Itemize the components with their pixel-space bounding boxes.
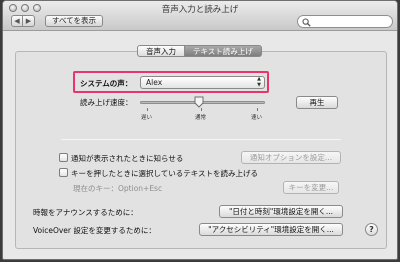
open-accessibility-button[interactable]: "アクセシビリティ"環境設定を開く... bbox=[199, 223, 343, 236]
tab-bar: 音声入力 テキスト読み上げ bbox=[137, 45, 262, 57]
rate-tick-fast bbox=[257, 108, 258, 111]
current-key-label: 現在のキー：Option+Esc bbox=[73, 184, 163, 193]
title-bar: 音声入力と読み上げ ◀ ▶ すべてを表示 bbox=[3, 1, 397, 31]
change-key-button[interactable]: キーを変更... bbox=[283, 181, 339, 194]
tab-text-to-speech[interactable]: テキスト読み上げ bbox=[185, 45, 262, 57]
forward-button[interactable]: ▶ bbox=[23, 15, 35, 27]
rate-label: 読み上げ速度： bbox=[80, 98, 133, 107]
voice-label: システムの声： bbox=[80, 79, 133, 88]
speak-selected-checkbox[interactable] bbox=[59, 168, 68, 177]
show-all-button[interactable]: すべてを表示 bbox=[45, 15, 104, 27]
play-button[interactable]: 再生 bbox=[296, 96, 338, 109]
alert-options-button[interactable]: 通知オプションを設定... bbox=[241, 151, 341, 164]
voiceover-label: VoiceOver 設定を変更するために： bbox=[33, 226, 156, 235]
rate-tick-normal bbox=[201, 108, 202, 111]
preferences-window: 音声入力と読み上げ ◀ ▶ すべてを表示 音声入力 テキスト読み上げ システムの… bbox=[2, 0, 398, 260]
window-title: 音声入力と読み上げ bbox=[161, 5, 239, 15]
nav-buttons: ◀ ▶ bbox=[11, 15, 35, 27]
tab-speech-recognition[interactable]: 音声入力 bbox=[137, 45, 185, 57]
speak-selected-label: キーを押したときに選択しているテキストを読み上げる bbox=[71, 169, 259, 178]
search-field[interactable] bbox=[297, 15, 393, 28]
alert-checkbox[interactable] bbox=[59, 153, 68, 162]
search-icon bbox=[302, 18, 311, 27]
alert-label: 通知が表示されたときに知らせる bbox=[71, 154, 184, 163]
divider bbox=[61, 139, 341, 140]
voice-value: Alex bbox=[146, 78, 163, 87]
help-icon[interactable]: ? bbox=[365, 223, 378, 236]
open-date-time-button[interactable]: "日付と時刻"環境設定を開く... bbox=[219, 205, 343, 218]
rate-tick-label-fast: 速い bbox=[251, 115, 263, 121]
rate-tick-label-slow: 遅い bbox=[141, 115, 153, 121]
back-button[interactable]: ◀ bbox=[11, 15, 23, 27]
rate-tick-label-normal: 通常 bbox=[195, 115, 207, 121]
rate-tick-slow bbox=[147, 108, 148, 111]
popup-arrows-icon: ▲ ▼ bbox=[257, 76, 261, 88]
voice-select[interactable]: Alex ▲ ▼ bbox=[140, 76, 265, 89]
clock-label: 時報をアナウンスするために： bbox=[33, 208, 138, 217]
rate-slider-thumb[interactable] bbox=[194, 96, 204, 108]
